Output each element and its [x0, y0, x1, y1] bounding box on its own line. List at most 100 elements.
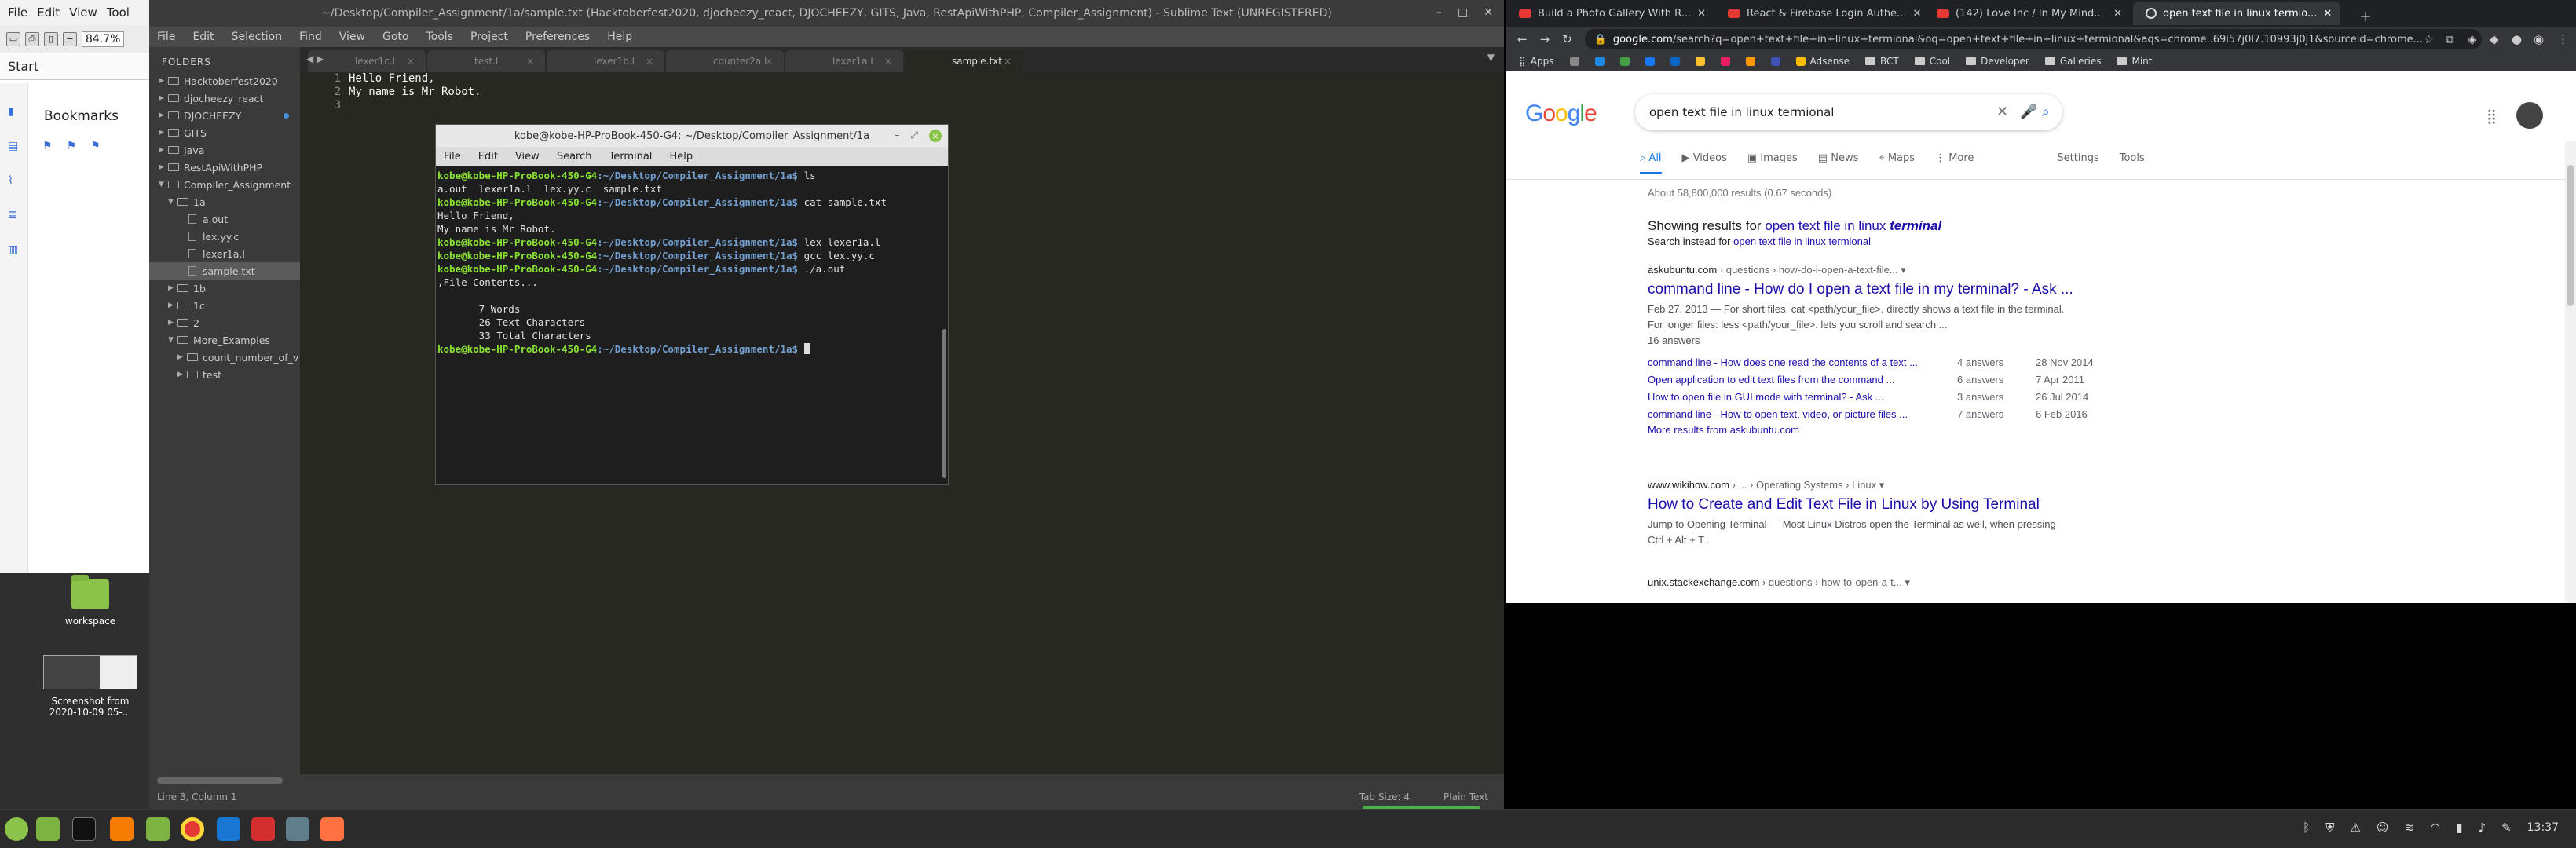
tab-news[interactable]: ▤ News	[1818, 152, 1859, 174]
files-launcher-icon[interactable]	[146, 817, 170, 841]
tree-folder-hacktoberfest[interactable]: ▶ Hacktoberfest2020	[149, 72, 300, 90]
tree-file-lex-yy-c[interactable]: lex.yy.c	[149, 228, 300, 245]
tools-link[interactable]: Tools	[2120, 152, 2145, 174]
browser-tab-active[interactable]: open text file in linux termio... ✕	[2133, 2, 2340, 25]
result-url[interactable]: askubuntu.com › questions › how-do-i-ope…	[1648, 264, 2135, 276]
menu-selection[interactable]: Selection	[232, 31, 283, 43]
app-launcher-icon[interactable]	[286, 817, 309, 841]
tab-close-icon[interactable]: ×	[646, 56, 653, 67]
new-tab-icon[interactable]: ＋	[2359, 6, 2372, 25]
tab-test-l[interactable]: test.l ×	[427, 50, 545, 72]
tree-folder-gits[interactable]: ▶ GITS	[149, 124, 300, 141]
bookmark-favicon-icon[interactable]	[1720, 57, 1730, 66]
extension-icon[interactable]: ◆	[2490, 32, 2499, 46]
chevron-down-icon[interactable]: ▾	[1879, 479, 1885, 491]
chrome-launcher-icon[interactable]	[181, 817, 204, 841]
zoom-out-icon[interactable]: −	[63, 31, 77, 46]
chevron-down-icon[interactable]: ▾	[1905, 576, 1910, 588]
search-icon[interactable]: ⌕	[2042, 104, 2050, 120]
avatar[interactable]: ◉	[2534, 32, 2544, 46]
tab-lexer1c[interactable]: lexer1c.l ×	[308, 50, 426, 72]
annotations-icon[interactable]: ▥	[8, 243, 20, 256]
tree-folder-compiler-assignment[interactable]: ▼ Compiler_Assignment	[149, 176, 300, 193]
pages-icon[interactable]: ▤	[8, 140, 20, 152]
terminal-menu-search[interactable]: Search	[557, 151, 592, 163]
tree-folder-1b[interactable]: ▶ 1b	[149, 280, 300, 297]
avatar[interactable]	[2516, 102, 2543, 129]
tree-file-lexer1a-l[interactable]: lexer1a.l	[149, 245, 300, 262]
zoom-level[interactable]: 84.7%	[82, 31, 125, 47]
pdf-menu-edit[interactable]: Edit	[37, 5, 60, 20]
menu-tools[interactable]: Tools	[426, 31, 453, 43]
google-logo[interactable]: Google	[1525, 101, 1597, 127]
mint-menu-icon[interactable]	[5, 817, 28, 841]
terminal-scrollbar[interactable]	[942, 329, 946, 478]
result-title-link[interactable]: command line - How do I open a text file…	[1648, 281, 2135, 298]
menu-project[interactable]: Project	[470, 31, 508, 43]
clock[interactable]: 13:37	[2527, 821, 2559, 834]
extension-icon[interactable]: ◈	[2468, 32, 2477, 46]
page-label[interactable]: Start	[0, 53, 149, 80]
menu-view[interactable]: View	[339, 31, 365, 43]
browser-tab[interactable]: (142) Love Inc / In My Mind... ✕	[1924, 2, 2131, 25]
forward-icon[interactable]: →	[1540, 32, 1550, 46]
bookmark-favicon-icon[interactable]	[1745, 57, 1755, 66]
menu-file[interactable]: File	[157, 31, 175, 43]
volume-icon[interactable]: ♪	[2478, 821, 2486, 835]
shield-icon[interactable]: ⛨	[2325, 821, 2334, 835]
app-launcher-icon[interactable]	[320, 817, 344, 841]
search-input[interactable]: open text file in linux termional ✕ 🎤 ⌕	[1635, 94, 2062, 130]
scrollbar-thumb[interactable]	[2567, 165, 2574, 306]
menu-edit[interactable]: Edit	[192, 31, 214, 43]
terminal-launcher-icon[interactable]	[72, 817, 96, 841]
browser-tab[interactable]: Build a Photo Gallery With R... ✕	[1506, 2, 1714, 25]
close-icon[interactable]: ×	[929, 130, 942, 142]
print-icon[interactable]: ⎙	[25, 31, 39, 46]
tree-folder-more-examples[interactable]: ▼ More_Examples	[149, 331, 300, 349]
syntax-indicator[interactable]: Plain Text	[1444, 791, 1488, 802]
bookmark-collapse-icon[interactable]: ⚑	[90, 140, 101, 152]
tree-file-sample-txt[interactable]: sample.txt	[149, 262, 300, 280]
tab-counter2a[interactable]: counter2a.l ×	[666, 50, 784, 72]
result-url[interactable]: www.wikihow.com › ... › Operating System…	[1648, 479, 2135, 492]
sidebar-horizontal-scrollbar[interactable]	[157, 777, 283, 784]
terminal-menu-file[interactable]: File	[444, 151, 461, 163]
corrected-query-link[interactable]: open text file in linux terminal	[1765, 218, 1941, 233]
tree-folder-djocheezy[interactable]: ▶ DJOCHEEZY	[149, 107, 300, 124]
pdf-menu-view[interactable]: View	[69, 5, 97, 20]
reload-icon[interactable]: ↻	[1562, 32, 1572, 46]
tab-close-icon[interactable]: ✕	[1912, 8, 1921, 20]
bluetooth-icon[interactable]: ᛒ	[2303, 821, 2310, 835]
sublime-launcher-icon[interactable]	[110, 817, 134, 841]
original-query-link[interactable]: open text file in linux termional	[1733, 236, 1871, 247]
tree-folder-1a[interactable]: ▼ 1a	[149, 193, 300, 210]
tab-videos[interactable]: ▶ Videos	[1682, 152, 1727, 174]
maximize-icon[interactable]: ⤢	[910, 130, 918, 142]
tab-close-icon[interactable]: ×	[1004, 56, 1012, 67]
chevron-down-icon[interactable]: ▾	[1901, 264, 1906, 276]
notes-icon[interactable]: ✎	[2501, 821, 2512, 835]
tab-size-indicator[interactable]: Tab Size: 4	[1359, 791, 1410, 802]
bookmark-favicon-icon[interactable]	[1569, 57, 1579, 66]
result-title-link[interactable]: How to Create and Edit Text File in Linu…	[1648, 496, 2135, 514]
tab-close-icon[interactable]: ×	[407, 56, 415, 67]
tab-list-chevron-icon[interactable]: ▼	[1487, 52, 1495, 63]
tree-folder-count-number[interactable]: ▶ count_number_of_v	[149, 349, 300, 366]
tree-folder-java[interactable]: ▶ Java	[149, 141, 300, 159]
tab-all[interactable]: ⌕ All	[1640, 152, 1662, 174]
bookmark-folder-bct[interactable]: BCT	[1865, 56, 1899, 67]
browser-tab[interactable]: React & Firebase Login Authe... ✕	[1715, 2, 1923, 25]
network-icon[interactable]: ≋	[2405, 821, 2415, 835]
bookmark-favicon-icon[interactable]	[1619, 57, 1630, 66]
minimize-icon[interactable]: –	[895, 130, 899, 142]
tab-close-icon[interactable]: ✕	[1697, 8, 1706, 20]
bookmark-adsense[interactable]: Adsense	[1795, 56, 1850, 67]
tab-close-icon[interactable]: ✕	[2113, 8, 2122, 20]
minimize-icon[interactable]: –	[1436, 6, 1442, 19]
wifi-icon[interactable]: ◠	[2430, 821, 2440, 835]
tab-maps[interactable]: ⌖ Maps	[1879, 152, 1915, 174]
menu-preferences[interactable]: Preferences	[525, 31, 590, 43]
maximize-icon[interactable]: □	[1458, 6, 1468, 19]
editor-text-area[interactable]: Hello Friend, My name is Mr Robot.	[349, 72, 481, 112]
terminal-output[interactable]: kobe@kobe-HP-ProBook-450-G4:~/Desktop/Co…	[437, 167, 942, 484]
